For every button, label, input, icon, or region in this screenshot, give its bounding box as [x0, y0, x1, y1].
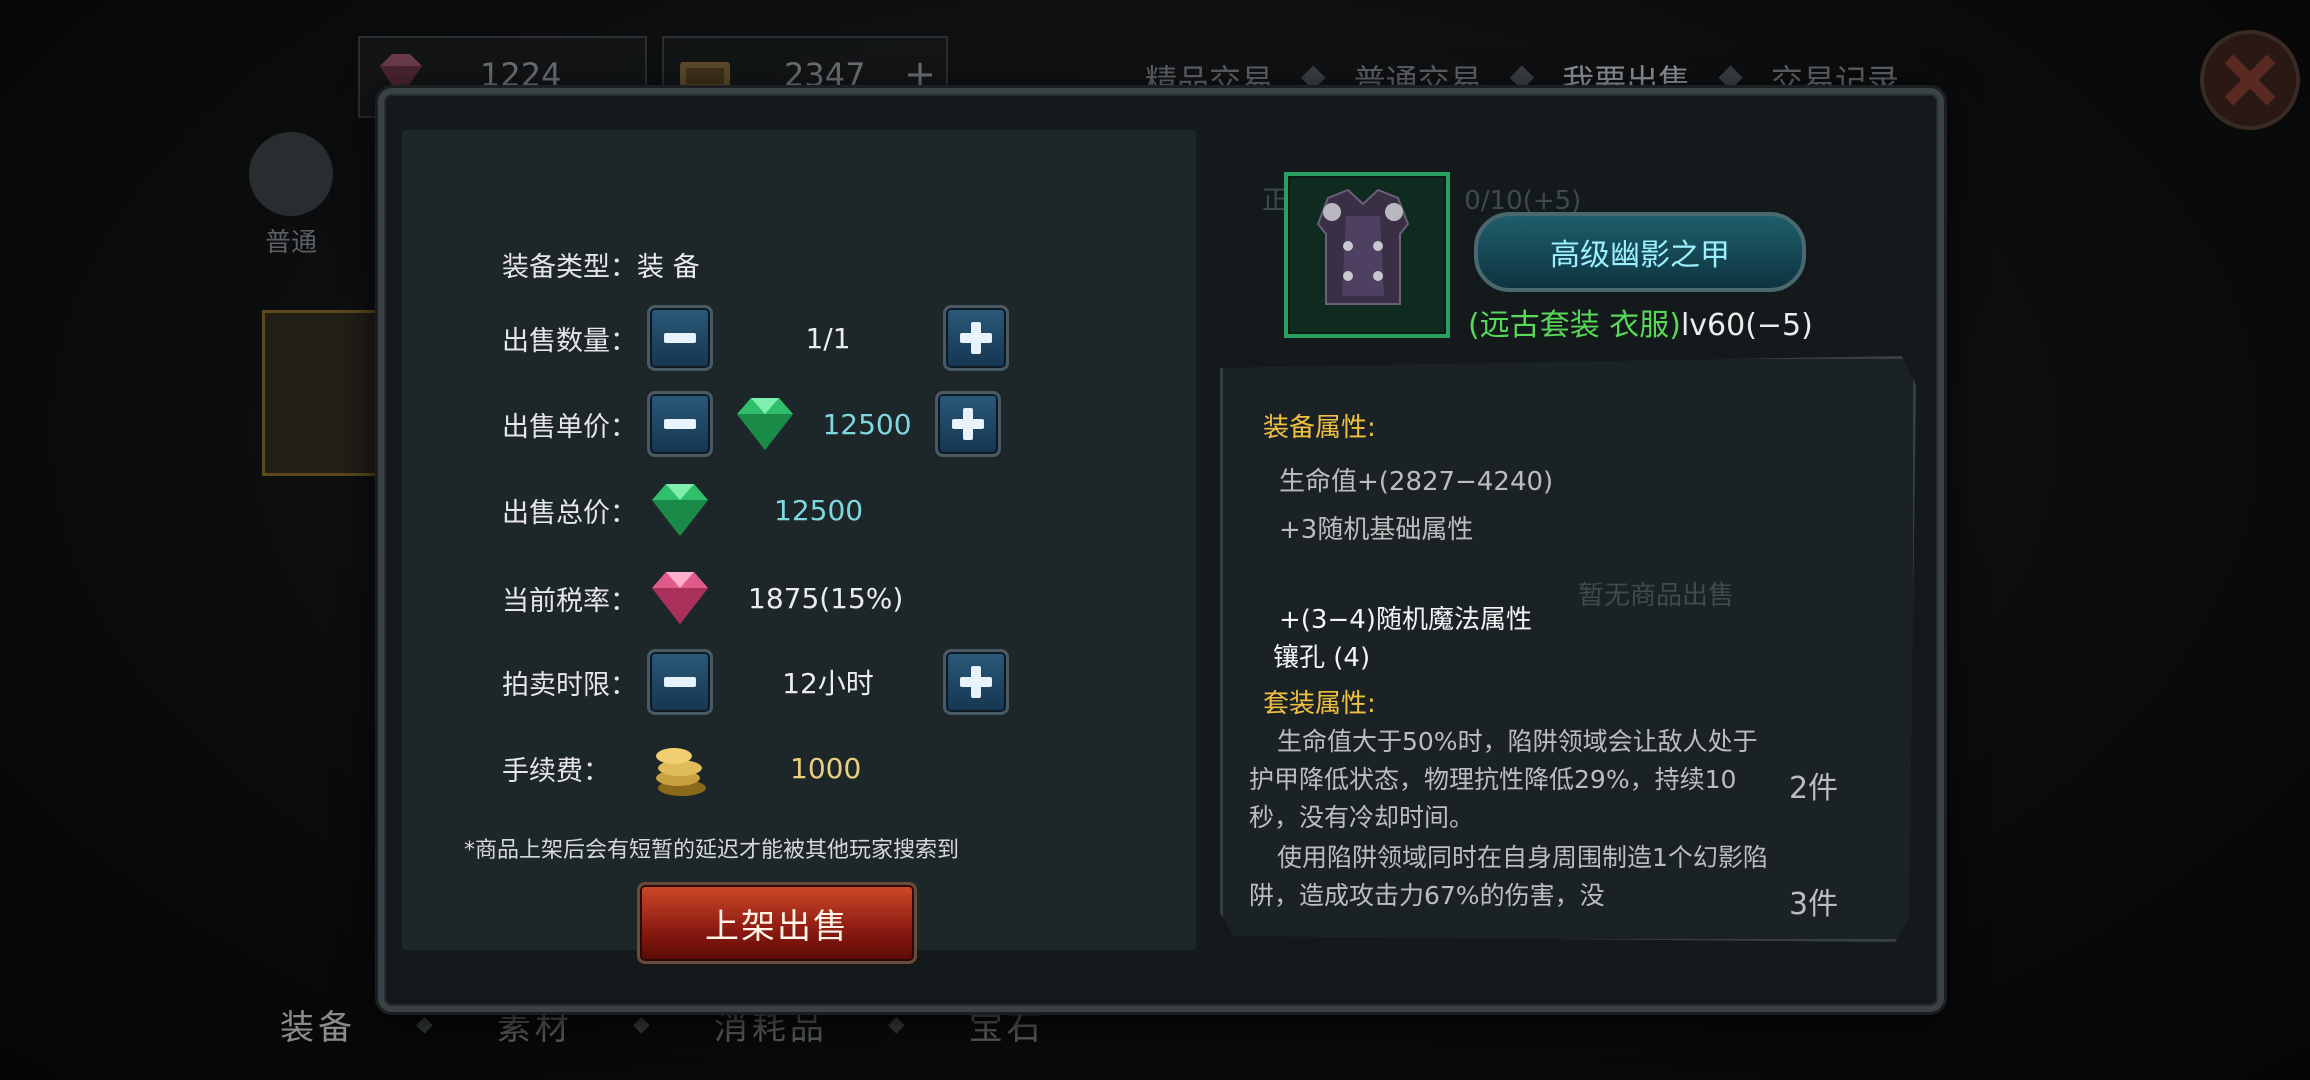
attr-sockets: 镶孔 (4) [1273, 643, 1371, 673]
duration-label: 拍卖时限： [502, 669, 637, 701]
minus-icon [664, 419, 696, 429]
green-gem-icon [652, 484, 708, 536]
qty-plus-button[interactable] [943, 305, 1009, 371]
quantity-row: 出售数量： 1/1 [502, 305, 1009, 371]
duration-plus-button[interactable] [943, 649, 1009, 715]
set-bonus-3pc-count: 3件 [1789, 887, 1839, 922]
item-name-plate: 高级幽影之甲 [1474, 212, 1806, 292]
item-level: lv60(−5) [1680, 308, 1813, 343]
attr-random-base: +3随机基础属性 [1279, 515, 1474, 545]
type-value: 装 备 [637, 251, 700, 283]
fee-label: 手续费： [502, 755, 610, 787]
unit-price-row: 出售单价： 12500 [502, 391, 1001, 457]
item-slot[interactable] [1284, 172, 1450, 338]
nav-separator: ◆ [887, 1012, 909, 1037]
set-bonus-2pc: 生命值大于50%时，陷阱领域会让敌人处于护甲降低状态，物理抗性降低29%，持续1… [1249, 727, 1758, 832]
bag-icon [249, 132, 333, 216]
set-bonus-2pc-count: 2件 [1789, 771, 1839, 806]
listing-delay-note: *商品上架后会有短暂的延迟才能被其他玩家搜索到 [464, 838, 960, 863]
tax-value: 1875(15%) [748, 581, 904, 615]
tab-equipment[interactable]: 装备 [280, 1000, 356, 1049]
pink-gem-icon [652, 572, 708, 624]
unit-price-value: 12500 [822, 407, 912, 441]
set-bonus-3pc: 使用陷阱领域同时在自身周围制造1个幻影陷阱，造成攻击力67%的伤害，没 [1249, 843, 1768, 910]
unit-price-label: 出售单价： [502, 411, 637, 443]
fee-row: 手续费： 1000 [502, 736, 861, 800]
close-icon[interactable] [2200, 30, 2300, 130]
item-attributes-scroll[interactable]: 暂无商品出售 装备属性: 生命值+(2827−4240) +3随机基础属性 +(… [1220, 356, 1916, 942]
empty-listing-ghost: 暂无商品出售 [1578, 581, 1735, 611]
total-price-value: 12500 [774, 493, 864, 527]
green-gem-icon [737, 398, 793, 450]
normal-filter-label: 普通 [264, 228, 317, 258]
attr-hp: 生命值+(2827−4240) [1279, 467, 1554, 497]
fee-value: 1000 [790, 751, 862, 785]
item-name: 高级幽影之甲 [1550, 238, 1730, 273]
list-for-sale-button[interactable]: 上架出售 [637, 882, 917, 964]
set-attr-title: 套装属性: [1263, 689, 1376, 719]
sell-button-label: 上架出售 [705, 906, 849, 947]
total-price-row: 出售总价： 12500 [502, 478, 863, 542]
normal-filter-button[interactable]: 普通 [246, 132, 336, 259]
item-subtitle: (远古套装 衣服)lv60(−5) [1468, 300, 1813, 344]
price-minus-button[interactable] [647, 391, 713, 457]
duration-row: 拍卖时限： 12小时 [502, 649, 1009, 715]
attr-random-magic: +(3−4)随机魔法属性 [1279, 605, 1532, 635]
tax-label: 当前税率： [502, 585, 637, 617]
nav-separator: ◆ [416, 1012, 437, 1037]
gold-coins-icon [656, 748, 706, 796]
tax-row: 当前税率： 1875(15%) [502, 566, 903, 630]
duration-minus-button[interactable] [647, 649, 713, 715]
type-row: 装备类型： 装 备 [502, 232, 700, 296]
total-label: 出售总价： [502, 497, 637, 529]
sell-form-panel: 装备类型： 装 备 出售数量： 1/1 出售单价： 12500 出售总价： 12… [402, 130, 1196, 964]
armor-icon [1316, 188, 1410, 305]
nav-separator: ◆ [632, 1012, 654, 1037]
price-plus-button[interactable] [935, 391, 1001, 457]
type-label: 装备类型： [502, 251, 637, 283]
minus-icon [664, 677, 696, 687]
equip-attr-title: 装备属性: [1263, 413, 1376, 443]
qty-value: 1/1 [805, 321, 851, 355]
duration-value: 12小时 [782, 667, 874, 700]
qty-minus-button[interactable] [647, 305, 713, 371]
sell-dialog: 装备类型： 装 备 出售数量： 1/1 出售单价： 12500 出售总价： 12… [378, 88, 1944, 1012]
qty-label: 出售数量： [502, 325, 637, 357]
item-set-type: (远古套装 衣服) [1468, 308, 1681, 343]
minus-icon [664, 333, 696, 343]
